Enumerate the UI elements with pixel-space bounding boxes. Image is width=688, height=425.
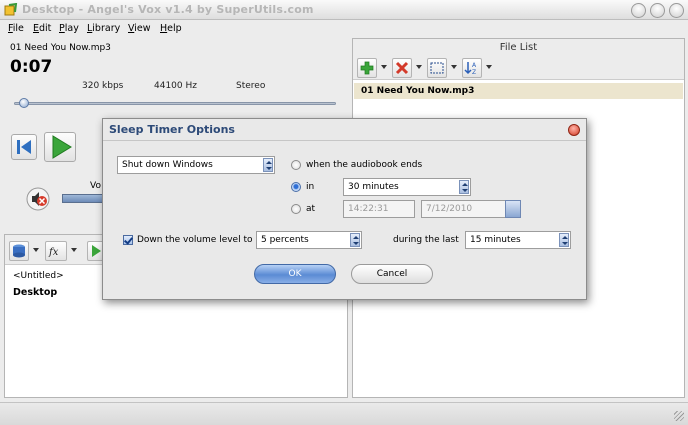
menu-edit[interactable]: Edit (33, 23, 51, 34)
chevron-down-icon[interactable] (33, 248, 39, 252)
volume-level-value: 5 percents (261, 235, 309, 245)
minimize-button[interactable] (631, 3, 646, 18)
calendar-dropdown-icon[interactable] (505, 200, 521, 218)
remove-file-button[interactable] (392, 58, 412, 78)
library-item-desktop[interactable]: Desktop (13, 287, 57, 298)
radio-at-label: at (306, 204, 316, 214)
in-duration-select[interactable]: 30 minutes (343, 178, 471, 196)
volume-label: Vo (90, 181, 101, 191)
file-list-header: File List (353, 39, 684, 56)
action-select[interactable]: Shut down Windows (117, 156, 275, 174)
sort-button[interactable]: A Z (462, 58, 482, 78)
during-label: during the last (393, 235, 459, 245)
spin-arrows-icon[interactable] (350, 233, 360, 247)
speaker-muted-icon (26, 187, 50, 211)
at-date-value: 7/12/2010 (426, 204, 473, 214)
dialog-divider (103, 140, 586, 141)
play-icon (52, 135, 72, 159)
menu-play[interactable]: Play (59, 23, 79, 34)
svg-text:fx: fx (48, 247, 59, 258)
app-icon (4, 3, 18, 16)
spin-arrows-icon[interactable] (459, 180, 469, 194)
bitrate: 320 kbps (82, 81, 124, 91)
current-track-name: 01 Need You Now.mp3 (10, 43, 111, 53)
at-time-field[interactable]: 14:22:31 (343, 200, 415, 218)
spin-arrows-icon[interactable] (263, 158, 273, 172)
chevron-down-icon[interactable] (381, 65, 387, 69)
file-list-toolbar: A Z (353, 56, 684, 80)
action-select-value: Shut down Windows (122, 160, 213, 170)
mute-button[interactable] (25, 186, 53, 212)
sort-icon: A Z (464, 62, 477, 76)
ok-button[interactable]: OK (254, 264, 336, 284)
plus-icon (360, 61, 374, 75)
radio-in-label: in (306, 182, 315, 192)
menu-file[interactable]: File (8, 23, 24, 34)
chevron-down-icon[interactable] (416, 65, 422, 69)
file-list-row[interactable]: 01 Need You Now.mp3 (354, 83, 683, 99)
volume-level-select[interactable]: 5 percents (256, 231, 362, 249)
at-date-field[interactable]: 7/12/2010 (421, 200, 521, 218)
previous-button[interactable] (11, 134, 37, 160)
spin-arrows-icon[interactable] (559, 233, 569, 247)
menu-view[interactable]: View (128, 23, 151, 34)
function-button[interactable]: fx (45, 241, 67, 261)
add-file-button[interactable] (357, 58, 377, 78)
at-time-value: 14:22:31 (348, 204, 389, 214)
menu-file-rest: ile (12, 23, 24, 34)
close-window-button[interactable] (669, 3, 684, 18)
seek-thumb[interactable] (19, 98, 29, 108)
radio-when-ends[interactable] (291, 160, 301, 170)
down-volume-checkbox[interactable] (123, 235, 133, 245)
title-bar: Desktop - Angel's Vox v1.4 by SuperUtils… (0, 0, 688, 20)
channels: Stereo (236, 81, 266, 91)
status-bar (0, 402, 688, 425)
dialog-title: Sleep Timer Options (109, 123, 235, 136)
window-title: Desktop - Angel's Vox v1.4 by SuperUtils… (22, 3, 314, 16)
resize-grip-icon[interactable] (674, 411, 684, 421)
down-volume-label: Down the volume level to (137, 235, 253, 245)
radio-in[interactable] (291, 182, 301, 192)
menu-bar: File Edit Play Library View Help (0, 21, 688, 37)
menu-help[interactable]: Help (160, 23, 182, 34)
library-db-button[interactable] (9, 241, 29, 261)
select-box-icon (430, 62, 444, 74)
skip-back-icon (17, 140, 31, 154)
delete-x-icon (395, 61, 409, 75)
library-item-untitled[interactable]: <Untitled> (13, 271, 64, 281)
chevron-down-icon[interactable] (486, 65, 492, 69)
svg-text:A: A (472, 62, 477, 69)
chevron-down-icon[interactable] (71, 248, 77, 252)
play-button[interactable] (44, 132, 76, 162)
menu-library[interactable]: Library (87, 23, 120, 34)
elapsed-time: 0:07 (10, 57, 53, 77)
seek-bar[interactable] (14, 102, 336, 105)
select-button[interactable] (427, 58, 447, 78)
database-icon (13, 244, 25, 258)
chevron-down-icon[interactable] (451, 65, 457, 69)
radio-at[interactable] (291, 204, 301, 214)
maximize-button[interactable] (650, 3, 665, 18)
svg-text:Z: Z (472, 69, 476, 76)
function-icon: fx (48, 247, 59, 258)
sleep-timer-dialog: Sleep Timer Options Shut down Windows wh… (102, 118, 587, 300)
dialog-close-button[interactable] (568, 124, 580, 136)
during-duration-select[interactable]: 15 minutes (465, 231, 571, 249)
during-duration-value: 15 minutes (470, 235, 521, 245)
in-duration-value: 30 minutes (348, 182, 399, 192)
radio-when-ends-label: when the audiobook ends (306, 160, 423, 170)
cancel-button[interactable]: Cancel (351, 264, 433, 284)
sample-rate: 44100 Hz (154, 81, 197, 91)
